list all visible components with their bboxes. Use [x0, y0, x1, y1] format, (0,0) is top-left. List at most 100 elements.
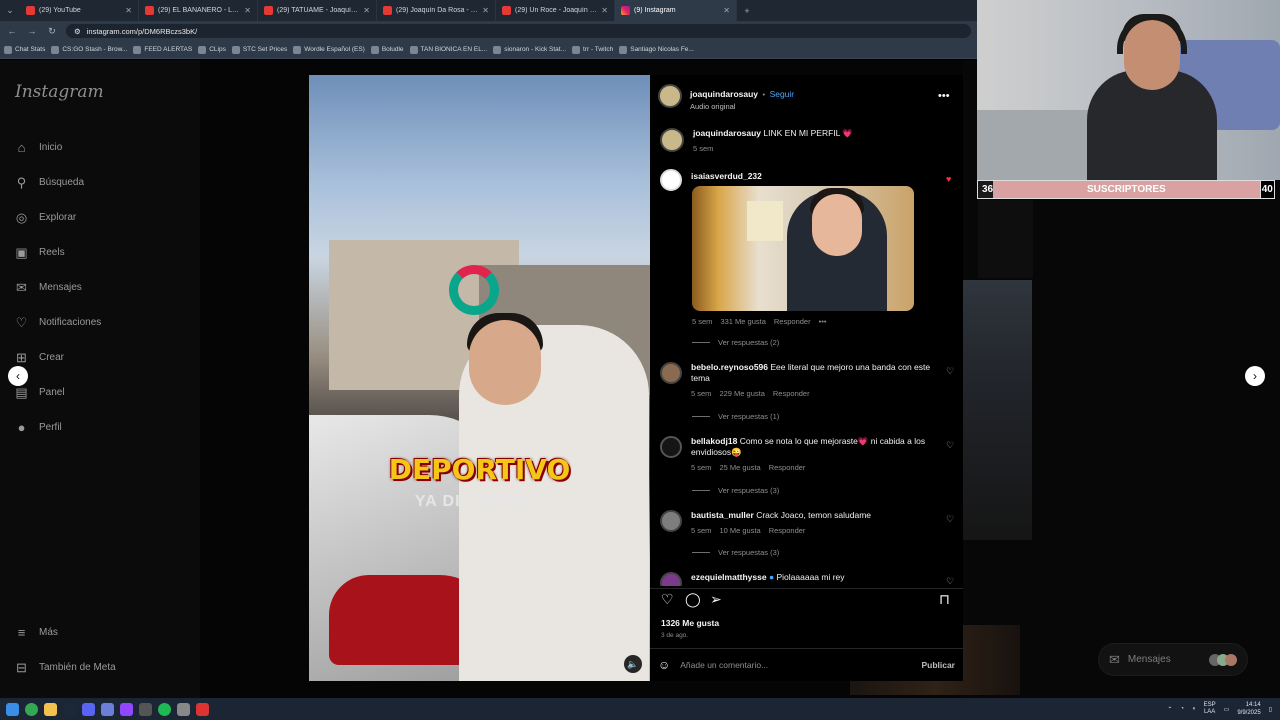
bookmark-item[interactable]: TAN BIONICA EN EL...	[409, 45, 487, 54]
bookmark-item[interactable]: trr - Twitch	[572, 45, 613, 54]
volume-icon[interactable]: 🔈	[624, 655, 642, 673]
site-info-icon[interactable]: ⚙	[74, 27, 81, 36]
close-tab-icon[interactable]: ✕	[125, 6, 132, 15]
meta-icon: ⊟	[16, 659, 27, 675]
post-video[interactable]: DEPORTIVO YA DIS ONIBLE 🔈	[309, 75, 650, 681]
tray-arrow-icon[interactable]: ⌃	[1167, 706, 1172, 713]
sidebar-item-panel[interactable]: ▤ Panel	[14, 385, 64, 400]
sidebar-item-more[interactable]: ≡ Más	[14, 625, 58, 640]
view-replies[interactable]: Ver respuestas (1)	[692, 412, 779, 421]
bookmark-item[interactable]: STC Set Prices	[231, 45, 287, 54]
bookmark-icon	[619, 45, 628, 54]
back-icon[interactable]: ←	[6, 26, 18, 36]
tab-5[interactable]: (9) Instagram ✕	[615, 0, 737, 21]
heart-icon[interactable]: ♡	[946, 576, 954, 587]
post-author[interactable]: joaquindarosauy	[690, 89, 758, 99]
view-replies[interactable]: Ver respuestas (3)	[692, 548, 779, 557]
url-input[interactable]: ⚙ instagram.com/p/DM6RBczs3bK/	[66, 24, 971, 38]
sidebar-item-notificaciones[interactable]: ♡ Notificaciones	[14, 315, 102, 330]
next-post-button[interactable]: ›	[1245, 366, 1265, 386]
sidebar-item-mensajes[interactable]: ✉ Mensajes	[14, 280, 82, 295]
wifi-icon[interactable]: ◔	[1180, 706, 1184, 712]
bookmark-item[interactable]: Wordle Español (ES)	[293, 45, 365, 54]
heart-icon[interactable]: ♡	[946, 514, 954, 525]
avatar[interactable]	[660, 128, 684, 152]
avatar[interactable]	[660, 169, 682, 191]
close-tab-icon[interactable]: ✕	[363, 6, 370, 15]
steam-icon[interactable]	[63, 702, 76, 716]
close-tab-icon[interactable]: ✕	[482, 6, 489, 15]
messages-icon: ✉	[16, 279, 27, 295]
tab-0[interactable]: (29) YouTube ✕	[20, 0, 139, 21]
comment-gif[interactable]	[692, 186, 914, 311]
avatar[interactable]	[660, 510, 682, 532]
previous-post-button[interactable]: ‹	[8, 366, 28, 386]
instagram-logo[interactable]: Instagram	[15, 82, 104, 102]
avatar[interactable]	[660, 436, 682, 458]
sidebar-item-crear[interactable]: ⊞ Crear	[14, 350, 64, 365]
heart-icon[interactable]: ♡	[946, 440, 954, 451]
forward-icon[interactable]: →	[26, 26, 38, 36]
publish-button[interactable]: Publicar	[921, 660, 955, 670]
tab-4[interactable]: (29) Un Roce - Joaquín Da Rosa✕	[496, 0, 615, 21]
bookmark-item[interactable]: Santiago Nicolas Fe...	[619, 45, 694, 54]
reload-icon[interactable]: ↻	[46, 26, 58, 37]
close-tab-icon[interactable]: ✕	[244, 6, 251, 15]
sidebar-item-meta[interactable]: ⊟ También de Meta	[14, 660, 116, 675]
app-icon[interactable]	[120, 702, 133, 716]
tab-favicon-icon	[502, 6, 511, 15]
folder-icon[interactable]	[44, 702, 57, 716]
app-icon[interactable]	[196, 702, 209, 716]
sidebar-item-perfil[interactable]: ● Perfil	[14, 420, 62, 435]
start-icon[interactable]	[6, 702, 19, 716]
bookmark-item[interactable]: FEED ALERTAS	[133, 45, 192, 54]
notification-icon[interactable]: ▯	[1269, 706, 1272, 713]
liked-heart-icon[interactable]: ♥	[946, 174, 951, 184]
volume-icon[interactable]: ◖	[1192, 706, 1196, 712]
comment-options-icon[interactable]: •••	[819, 317, 827, 326]
avatar[interactable]	[660, 362, 682, 384]
comment-icon[interactable]: ◯	[685, 591, 701, 608]
bookmark-item[interactable]: Chat Stats	[4, 45, 45, 54]
avatar[interactable]	[660, 572, 682, 586]
bookmark-icon	[572, 45, 581, 54]
clock[interactable]: 14:14 9/9/2025	[1237, 701, 1260, 717]
app-icon[interactable]	[139, 702, 152, 716]
tab-1[interactable]: (29) EL BANANERO - LA CASA✕	[139, 0, 258, 21]
view-replies[interactable]: Ver respuestas (2)	[692, 338, 779, 347]
emoji-icon[interactable]: ☺	[658, 658, 670, 672]
sidebar-item-inicio[interactable]: ⌂ Inicio	[14, 140, 63, 155]
close-tab-icon[interactable]: ✕	[723, 6, 730, 15]
tab-3[interactable]: (29) Joaquín Da Rosa - YouTube✕	[377, 0, 496, 21]
chrome-icon[interactable]	[25, 702, 38, 716]
sidebar-item-explorar[interactable]: ◎ Explorar	[14, 210, 76, 225]
audio-label[interactable]: Audio original	[690, 102, 794, 111]
bookmark-item[interactable]: CS:GO Stash - Brow...	[51, 45, 127, 54]
heart-icon[interactable]: ♡	[946, 366, 954, 377]
sidebar-item-búsqueda[interactable]: ⚲ Búsqueda	[14, 175, 84, 190]
spotify-icon[interactable]	[158, 702, 171, 716]
comment-input[interactable]: Añade un comentario...	[680, 660, 768, 670]
avatar[interactable]	[658, 84, 682, 108]
app-icon[interactable]	[177, 702, 190, 716]
tab-search-icon[interactable]: ⌄	[0, 5, 20, 16]
follow-button[interactable]: Seguir	[770, 89, 795, 99]
view-replies[interactable]: Ver respuestas (3)	[692, 486, 779, 495]
save-bookmark-icon[interactable]: ⊓	[939, 591, 950, 608]
network-icon[interactable]: ▭	[1224, 706, 1230, 713]
tab-2[interactable]: (29) TATUAME - Joaquín Da Ro✕	[258, 0, 377, 21]
sidebar-item-reels[interactable]: ▣ Reels	[14, 245, 64, 260]
share-icon[interactable]: ➢	[710, 591, 722, 608]
discord-icon[interactable]	[82, 702, 95, 716]
like-icon[interactable]: ♡	[661, 591, 674, 608]
bookmark-item[interactable]: sionaron - Kick Stat...	[493, 45, 566, 54]
bookmark-item[interactable]: CLips	[198, 45, 226, 54]
close-tab-icon[interactable]: ✕	[601, 6, 608, 15]
background-thumbnail	[963, 280, 1032, 540]
more-options-icon[interactable]: •••	[938, 90, 950, 102]
messages-float-button[interactable]: ✉ Mensajes	[1098, 643, 1248, 676]
bookmark-item[interactable]: Boludle	[370, 45, 404, 54]
new-tab-button[interactable]: +	[737, 6, 757, 16]
likes-count[interactable]: 1326 Me gusta	[661, 618, 719, 628]
app-icon[interactable]	[101, 702, 114, 716]
